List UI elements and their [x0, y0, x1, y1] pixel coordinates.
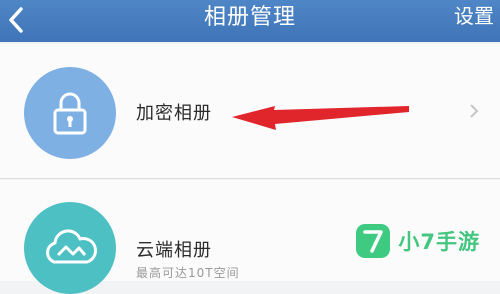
encrypted-album-icon-circle	[24, 67, 116, 159]
navigation-bar: 相册管理 设置	[0, 0, 500, 42]
encrypted-album-label: 加密相册	[136, 103, 212, 124]
cloud-album-subtitle: 最高可达10T空间	[136, 266, 240, 280]
annotation-arrow	[232, 106, 409, 130]
page-title: 相册管理	[203, 5, 296, 30]
watermark: 小7手游	[356, 224, 480, 258]
cloud-album-icon-circle	[24, 202, 116, 294]
lock-icon	[53, 92, 87, 135]
cloud-icon	[46, 229, 97, 264]
watermark-logo	[356, 224, 391, 258]
chevron-right-icon	[470, 104, 479, 118]
cloud-album-label: 云端相册	[136, 240, 212, 261]
settings-button[interactable]: 设置	[454, 0, 494, 32]
seven-logo-icon	[363, 230, 384, 253]
watermark-text: 小7手游	[398, 230, 480, 254]
